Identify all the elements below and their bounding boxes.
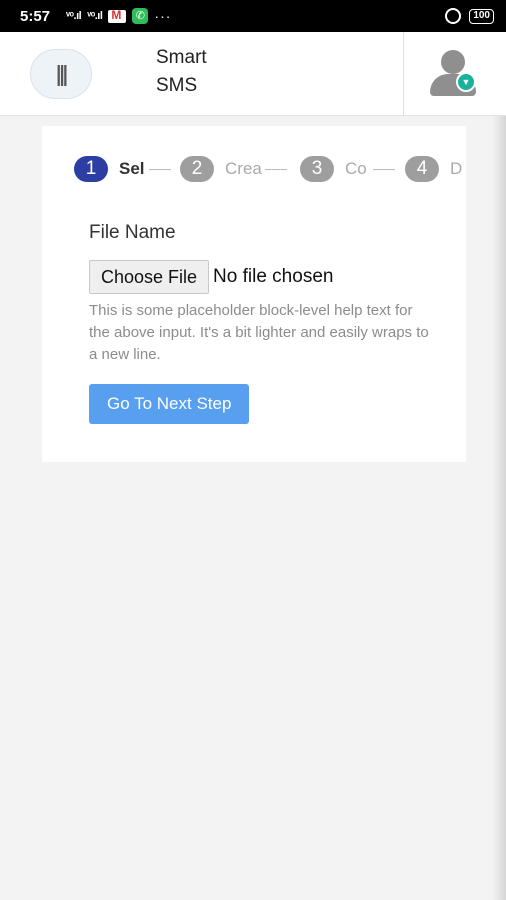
step-1[interactable]: 1 Sel (74, 154, 171, 184)
status-time: 5:57 (20, 7, 51, 25)
app-title: Smart SMS (156, 44, 207, 100)
next-step-button[interactable]: Go To Next Step (89, 384, 250, 424)
step-label: D (450, 159, 463, 178)
file-name-label: File Name (89, 222, 176, 243)
step-connector (149, 168, 171, 170)
step-label: Sel (119, 159, 145, 178)
app-title-line2: SMS (156, 75, 198, 96)
menu-button[interactable]: ||| (30, 49, 92, 99)
user-avatar-button[interactable]: ▼ (428, 50, 478, 98)
step-4[interactable]: 4 D (405, 154, 466, 184)
signal-icon: ᵛᵒ.ıl (66, 10, 82, 22)
upload-form: File Name Choose File No file chosen Thi… (89, 222, 429, 424)
help-text: This is some placeholder block-level hel… (89, 302, 429, 363)
hamburger-icon: ||| (56, 61, 68, 86)
file-status-text: No file chosen (213, 266, 334, 287)
avatar-head (441, 50, 465, 74)
edge-shadow (492, 116, 506, 900)
status-right: 100 (445, 8, 494, 24)
alarm-icon (445, 8, 462, 24)
step-number: 2 (180, 156, 214, 182)
choose-file-button[interactable]: Choose File (89, 260, 210, 294)
stepper: 1 Sel 2 Crea 3 Co 4 D (74, 154, 466, 184)
step-connector (373, 168, 395, 170)
app-title-line1: Smart (156, 47, 207, 68)
step-2[interactable]: 2 Crea (180, 154, 287, 184)
step-3[interactable]: 3 Co (300, 154, 395, 184)
step-number: 4 (405, 156, 439, 182)
step-label: Co (345, 159, 367, 178)
battery-icon: 100 (469, 8, 494, 24)
gmail-icon (108, 8, 127, 23)
status-bar: 5:57 ᵛᵒ.ıl ᵛᵒ.ıl ✆ ··· 100 (0, 0, 506, 32)
step-connector (265, 168, 287, 170)
step-label: Crea (225, 159, 262, 178)
status-left: 5:57 ᵛᵒ.ıl ᵛᵒ.ıl ✆ ··· (20, 8, 171, 25)
wizard-card: 1 Sel 2 Crea 3 Co 4 D File Name Choose F… (42, 126, 466, 462)
more-notifications-icon: ··· (154, 8, 172, 24)
phone-icon: ✆ (132, 8, 149, 24)
chevron-down-icon: ▼ (456, 72, 476, 92)
app-header: ||| Smart SMS ▼ (0, 32, 506, 116)
file-input: Choose File No file chosen (89, 260, 429, 294)
step-number: 1 (74, 156, 108, 182)
step-number: 3 (300, 156, 334, 182)
header-divider (403, 32, 404, 116)
signal-icon-2: ᵛᵒ.ıl (87, 10, 103, 22)
